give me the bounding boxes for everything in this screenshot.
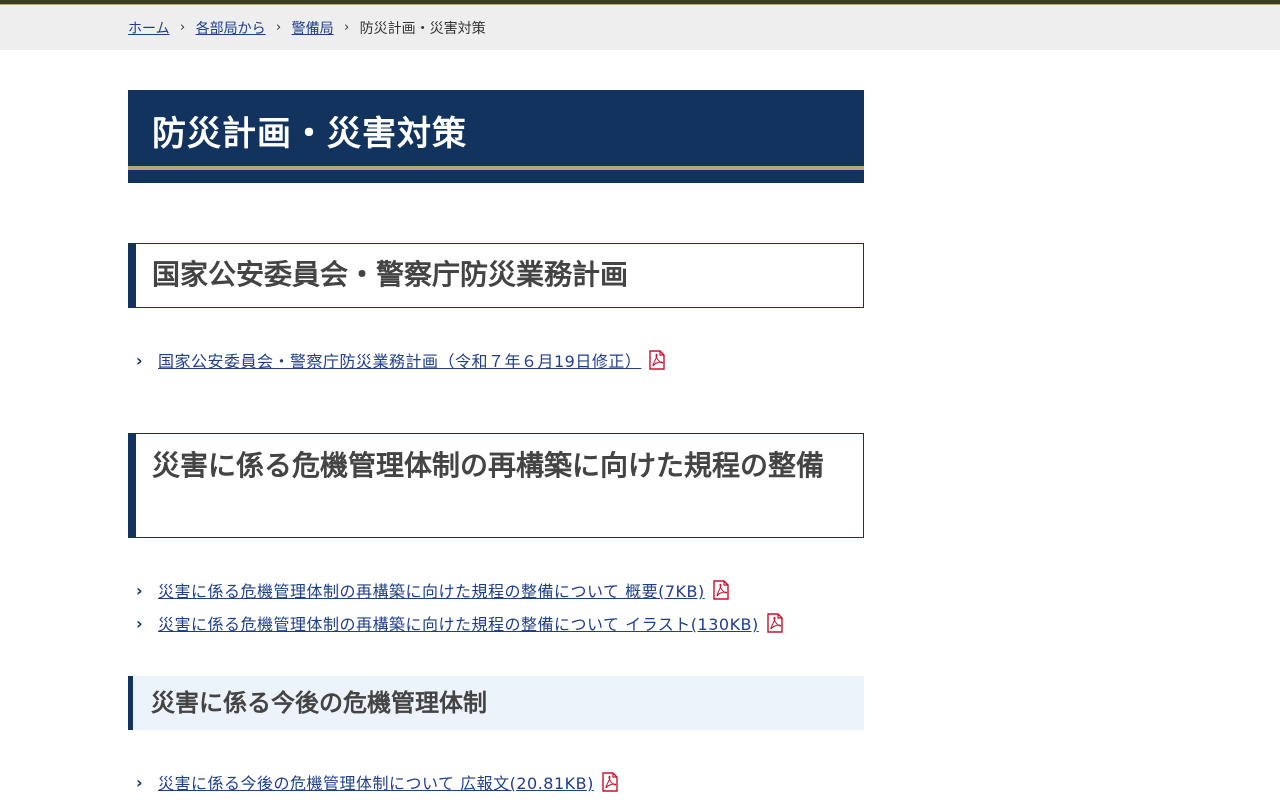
section-heading-text: 国家公安委員会・警察庁防災業務計画 — [152, 258, 629, 291]
chevron-right-icon: › — [179, 20, 186, 35]
breadcrumb-current: 防災計画・災害対策 — [359, 20, 486, 37]
section-heading-disaster-plan: 国家公安委員会・警察庁防災業務計画 — [128, 243, 864, 308]
breadcrumb-bar: ホーム › 各部局から › 警備局 › 防災計画・災害対策 — [0, 5, 1280, 50]
chevron-right-icon: › — [136, 772, 143, 792]
pdf-icon — [649, 350, 666, 370]
document-link[interactable]: 災害に係る今後の危機管理体制について 広報文(20.81KB) — [158, 770, 594, 794]
page-title: 防災計画・災害対策 — [152, 114, 467, 154]
document-link-item: › 国家公安委員会・警察庁防災業務計画（令和７年６月19日修正） — [136, 348, 666, 372]
section-heading-future-crisis: 災害に係る今後の危機管理体制 — [128, 676, 864, 730]
chevron-right-icon: › — [343, 20, 350, 35]
pdf-icon — [602, 772, 618, 792]
document-link[interactable]: 国家公安委員会・警察庁防災業務計画（令和７年６月19日修正） — [158, 348, 641, 372]
pdf-icon — [713, 580, 729, 600]
breadcrumb: ホーム › 各部局から › 警備局 › 防災計画・災害対策 — [128, 5, 486, 50]
document-link[interactable]: 災害に係る危機管理体制の再構築に向けた規程の整備について 概要(7KB) — [158, 578, 705, 602]
document-link-item: › 災害に係る危機管理体制の再構築に向けた規程の整備について 概要(7KB) — [136, 578, 729, 602]
document-link[interactable]: 災害に係る危機管理体制の再構築に向けた規程の整備について イラスト(130KB) — [158, 611, 759, 635]
breadcrumb-link-security-bureau[interactable]: 警備局 — [292, 18, 334, 38]
document-link-item: › 災害に係る危機管理体制の再構築に向けた規程の整備について イラスト(130K… — [136, 611, 783, 635]
chevron-right-icon: › — [136, 613, 143, 633]
chevron-right-icon: › — [136, 350, 143, 370]
title-gold-rule — [128, 166, 864, 170]
breadcrumb-link-home[interactable]: ホーム — [128, 18, 170, 38]
breadcrumb-link-departments[interactable]: 各部局から — [196, 18, 266, 38]
section-heading-text: 災害に係る今後の危機管理体制 — [151, 689, 487, 717]
chevron-right-icon: › — [275, 20, 282, 35]
section-heading-text: 災害に係る危機管理体制の再構築に向けた規程の整備 — [152, 449, 825, 482]
page-title-banner: 防災計画・災害対策 — [128, 90, 864, 183]
pdf-icon — [767, 613, 783, 633]
chevron-right-icon: › — [136, 580, 143, 600]
section-heading-crisis-regulations: 災害に係る危機管理体制の再構築に向けた規程の整備 — [128, 433, 864, 538]
document-link-item: › 災害に係る今後の危機管理体制について 広報文(20.81KB) — [136, 770, 618, 794]
